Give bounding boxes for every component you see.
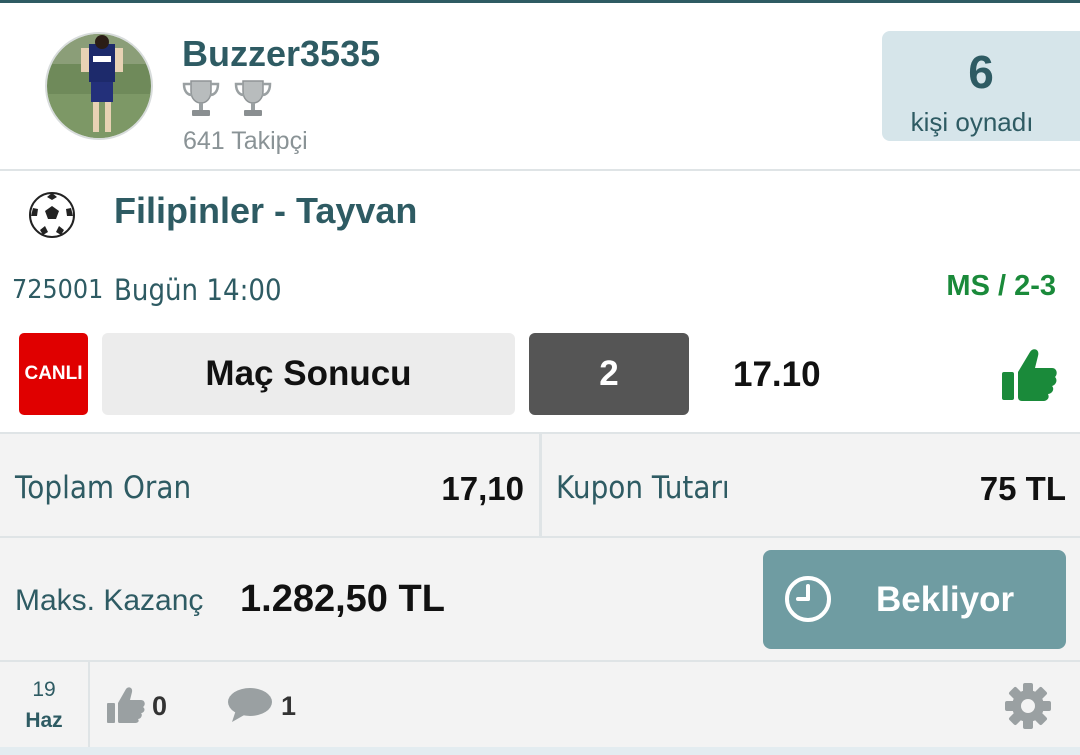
match-title[interactable]: Filipinler - Tayvan [114, 190, 417, 232]
coupon-amount-value: 75 TL [979, 470, 1066, 507]
trophy-icon [234, 80, 272, 116]
username[interactable]: Buzzer3535 [182, 33, 380, 75]
total-odds-label: Toplam Oran [15, 470, 192, 506]
coupon-amount-label: Kupon Tutarı [556, 470, 730, 506]
pick-label: MS / 2-3 [946, 270, 1056, 302]
bottom-strip [0, 747, 1080, 755]
total-odds-value: 17,10 [441, 470, 524, 507]
status-button[interactable]: Bekliyor [763, 550, 1066, 649]
clock-icon [785, 576, 831, 622]
date-day: 19 [32, 678, 56, 701]
comment-icon[interactable] [226, 686, 274, 724]
date-box: 19 Haz [0, 662, 90, 747]
match-time: Bugün 14:00 [114, 273, 282, 307]
avatar[interactable] [45, 32, 153, 140]
totals-row: Toplam Oran 17,10 Kupon Tutarı 75 TL [0, 432, 1080, 538]
market-name: Maç Sonucu [102, 333, 515, 415]
follower-count[interactable]: 641 Takipçi [183, 127, 308, 156]
played-count: 6 [968, 46, 994, 98]
date-month: Haz [25, 709, 63, 732]
like-count: 0 [152, 691, 168, 721]
live-badge: CANLI [19, 333, 88, 415]
comment-count: 1 [281, 691, 297, 721]
match-code: 725001 [12, 275, 104, 305]
selection-value: 2 [529, 333, 689, 415]
max-win-label: Maks. Kazanç [15, 584, 204, 617]
thumbs-up-icon [1002, 349, 1057, 401]
trophy-icon [182, 80, 220, 116]
gear-icon[interactable] [1004, 682, 1052, 730]
footer-bar: 19 Haz 0 1 [0, 662, 1080, 747]
soccer-ball-icon [29, 192, 75, 238]
divider [539, 434, 542, 538]
played-count-box[interactable]: 6 kişi oynadı [882, 31, 1080, 141]
status-label: Bekliyor [876, 580, 1015, 619]
trophy-list [180, 77, 274, 119]
max-win-value: 1.282,50 TL [240, 578, 445, 620]
user-header: Buzzer3535 641 Takipçi 6 kişi oynadı [0, 3, 1080, 171]
odds-value: 17.10 [733, 355, 821, 394]
played-label: kişi oynadı [910, 107, 1034, 137]
match-card: Filipinler - Tayvan 725001 Bugün 14:00 M… [0, 172, 1080, 432]
max-win-row: Maks. Kazanç 1.282,50 TL Bekliyor [0, 538, 1080, 662]
like-icon[interactable] [106, 685, 146, 725]
